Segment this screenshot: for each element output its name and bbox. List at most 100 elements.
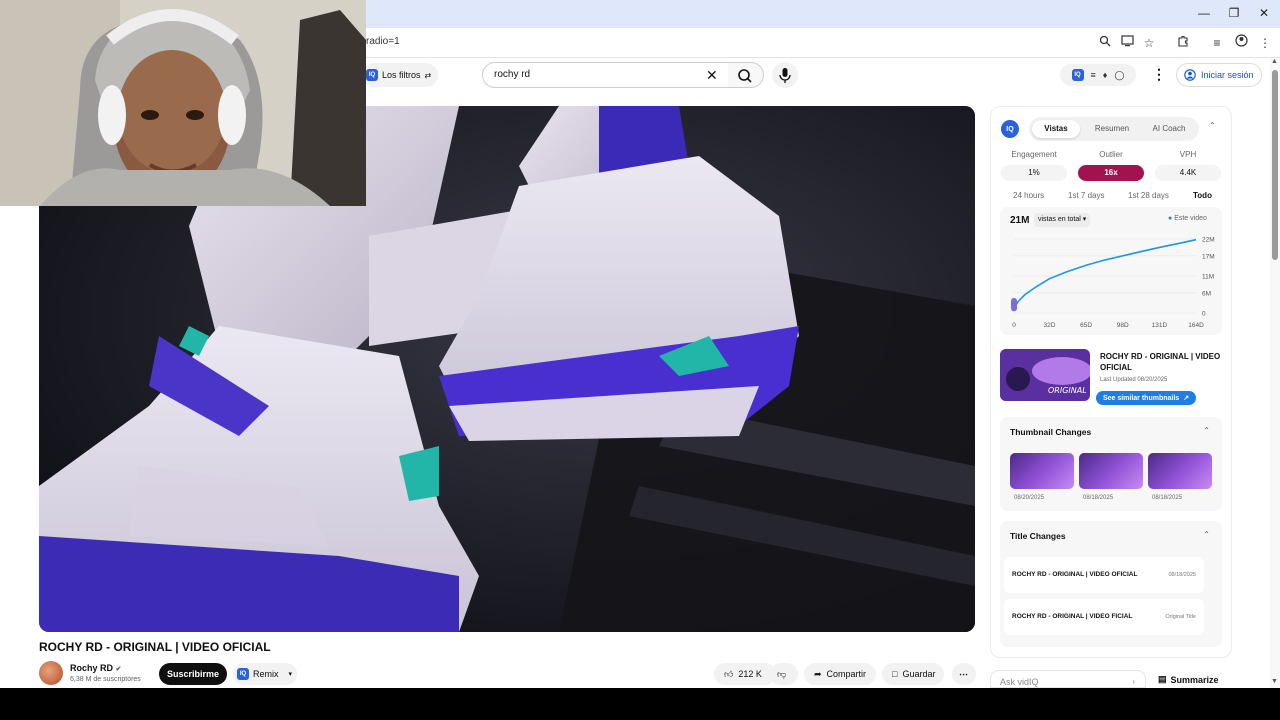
- save-label: Guardar: [902, 669, 936, 679]
- vidiq-logo-icon: IQ: [1001, 120, 1019, 138]
- remix-label: Remix: [253, 669, 279, 679]
- restore-icon[interactable]: ❐: [1224, 4, 1244, 22]
- document-icon: ▤: [1158, 674, 1167, 684]
- start-marker: [1011, 297, 1017, 312]
- title-changes-title: Title Changes: [1010, 531, 1066, 541]
- microphone-icon: [779, 68, 791, 83]
- like-button[interactable]: 👍︎ 212 K: [714, 663, 776, 685]
- vidiq-icon[interactable]: IQ: [1071, 69, 1084, 81]
- thumbnail-date: 08/20/2025: [1014, 495, 1045, 501]
- chart-metric-label: vistas en total: [1038, 216, 1081, 223]
- range-24-hours[interactable]: 24 hours: [1013, 191, 1044, 200]
- close-icon[interactable]: ✕: [1254, 4, 1274, 22]
- channel-avatar[interactable]: [39, 661, 63, 685]
- more-actions-icon[interactable]: ⋯: [952, 663, 976, 685]
- card-title: ROCHY RD - ORIGINAL | VIDEO OFICIAL: [1100, 352, 1221, 372]
- voice-search-button[interactable]: [772, 62, 798, 88]
- channel-name-label[interactable]: Rochy RD: [70, 663, 113, 673]
- clear-search-icon[interactable]: ✕: [706, 66, 718, 84]
- title-change-row: ROCHY RD - ORIGINAL | VIDEO FICIAL Origi…: [1004, 599, 1204, 635]
- thumbs-up-icon: 👍︎: [724, 668, 734, 679]
- sign-in-button[interactable]: Iniciar sesión: [1176, 63, 1262, 87]
- save-button[interactable]: □ Guardar: [882, 663, 944, 685]
- verified-icon: ✔: [115, 666, 122, 673]
- collapse-icon[interactable]: ⌃: [1209, 121, 1216, 130]
- chevron-down-icon[interactable]: ▾: [289, 670, 293, 678]
- scrollbar-thumb[interactable]: [1272, 70, 1278, 260]
- x-tick-label: 98D: [1117, 322, 1129, 329]
- tab-vistas[interactable]: Vistas: [1032, 120, 1080, 138]
- thumbnail-version[interactable]: [1079, 453, 1143, 489]
- list-icon[interactable]: ≡: [1091, 70, 1096, 80]
- range-todo[interactable]: Todo: [1193, 191, 1212, 200]
- views-chart-svg: 22M 17M 11M 6M 0 0 32D 65D 98D 131D 164D: [1011, 237, 1215, 329]
- thumbnail-text: ORIGINAL: [1048, 386, 1087, 395]
- chevron-up-icon[interactable]: ⌃: [1203, 530, 1210, 539]
- see-similar-thumbnails-button[interactable]: See similar thumbnails ↗: [1096, 391, 1196, 405]
- settings-menu-icon[interactable]: ⋮: [1152, 66, 1166, 83]
- ask-vidiq-input[interactable]: Ask vidIQ ›: [990, 670, 1146, 688]
- share-icon: ➦: [814, 668, 822, 679]
- like-count: 212 K: [738, 669, 762, 679]
- taskbar-area: [0, 688, 1280, 720]
- range-28-days[interactable]: 1st 28 days: [1128, 191, 1169, 200]
- share-button[interactable]: ➦ Compartir: [804, 663, 876, 685]
- ask-placeholder: Ask vidIQ: [1000, 677, 1039, 687]
- extensions-icon[interactable]: [1174, 34, 1192, 52]
- card-thumbnail[interactable]: ORIGINAL: [1000, 349, 1090, 401]
- page-scrollbar[interactable]: ▲ ▼: [1270, 58, 1280, 688]
- search-icon: [738, 69, 752, 83]
- range-7-days[interactable]: 1st 7 days: [1068, 191, 1104, 200]
- subscriber-count: 6,38 M de suscriptores: [70, 676, 141, 683]
- vidiq-icon: IQ: [366, 69, 378, 81]
- tab-resumen[interactable]: Resumen: [1087, 120, 1137, 138]
- see-similar-label: See similar thumbnails: [1102, 394, 1180, 402]
- search-button[interactable]: [728, 62, 764, 88]
- y-tick-label: 0: [1202, 311, 1206, 318]
- chart-metric-select[interactable]: vistas en total ▾: [1034, 213, 1091, 227]
- media-icon[interactable]: ≡: [1208, 34, 1226, 52]
- chart-legend: ● Este video: [1168, 215, 1207, 222]
- y-tick-label: 11M: [1202, 274, 1214, 281]
- filters-label: Los filtros: [382, 70, 421, 80]
- thumbnail-changes-section: Thumbnail Changes ⌃ 08/20/2025 08/18/202…: [1000, 417, 1222, 511]
- chevron-up-icon[interactable]: ⌃: [1203, 426, 1210, 435]
- x-tick-label: 0: [1012, 322, 1016, 329]
- profile-icon[interactable]: [1232, 34, 1250, 52]
- thumbnail-date: 08/18/2025: [1083, 495, 1114, 501]
- scroll-down-icon[interactable]: ▼: [1271, 678, 1278, 685]
- filters-button[interactable]: IQ Los filtros ⇄: [362, 63, 438, 87]
- webcam-image: [0, 0, 366, 206]
- metric-outlier-label: Outlier: [1099, 150, 1123, 159]
- y-tick-label: 6M: [1202, 290, 1211, 297]
- title-change-date: Original Title: [1165, 614, 1196, 620]
- url-text[interactable]: radio=1: [366, 36, 400, 47]
- scroll-up-icon[interactable]: ▲: [1271, 58, 1278, 65]
- title-change-row: ROCHY RD - ORIGINAL | VIDEO OFICIAL 08/1…: [1004, 557, 1204, 593]
- more-icon[interactable]: ⋮: [1256, 34, 1274, 52]
- tab-ai-coach[interactable]: AI Coach: [1143, 120, 1195, 138]
- chevron-right-icon[interactable]: ›: [1132, 671, 1135, 688]
- minimize-icon[interactable]: —: [1194, 4, 1214, 22]
- title-change-date: 08/18/2025: [1168, 572, 1196, 578]
- vidiq-panel: IQ Vistas Resumen AI Coach ⌃ Engagement …: [990, 106, 1232, 658]
- dislike-button[interactable]: 👎︎: [770, 663, 798, 685]
- zoom-icon[interactable]: [1096, 34, 1114, 52]
- metric-outlier-value: 16x: [1078, 165, 1144, 181]
- trophy-icon[interactable]: ♦: [1103, 70, 1108, 80]
- subscribe-button[interactable]: Suscribirme: [159, 663, 227, 685]
- thumbnail-version[interactable]: [1148, 453, 1212, 489]
- cast-icon[interactable]: [1118, 34, 1136, 52]
- star-icon[interactable]: ☆: [1140, 34, 1158, 52]
- x-tick-label: 32D: [1044, 322, 1056, 329]
- summarize-button[interactable]: ▤ Summarize: [1158, 674, 1219, 685]
- x-tick-label: 65D: [1080, 322, 1092, 329]
- remix-button[interactable]: IQ Remix ▾: [233, 663, 297, 685]
- legend-label: Este video: [1174, 215, 1207, 222]
- thumbnail-version[interactable]: [1010, 453, 1074, 489]
- extension-toolbar[interactable]: IQ ≡ ♦ ◯: [1060, 64, 1136, 86]
- vidiq-icon: IQ: [237, 668, 249, 680]
- search-input[interactable]: rochy rd: [482, 62, 730, 88]
- channel-name[interactable]: Rochy RD ✔: [70, 663, 121, 673]
- chat-icon[interactable]: ◯: [1114, 70, 1124, 81]
